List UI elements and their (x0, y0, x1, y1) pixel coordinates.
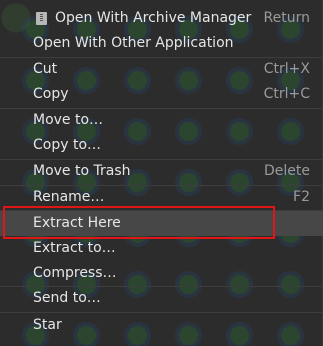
menu-item-label: Open With Archive Manager (55, 10, 252, 26)
menu-item-label: Extract to… (33, 240, 116, 256)
menu-item-open-with-archive-manager[interactable]: Open With Archive Manager Return (0, 6, 323, 31)
menu-item-open-with-other-application[interactable]: Open With Other Application (0, 31, 323, 56)
menu-item-shortcut: F2 (293, 189, 310, 205)
menu-item-star[interactable]: Star (0, 313, 323, 338)
context-menu: Open With Archive Manager Return Open Wi… (0, 0, 323, 346)
menu-item-label: Copy to… (33, 137, 102, 153)
menu-item-label: Star (33, 317, 62, 333)
menu-item-copy-to[interactable]: Copy to… (0, 133, 323, 158)
menu-item-label: Move to Trash (33, 163, 131, 179)
menu-item-shortcut: Ctrl+X (263, 61, 310, 77)
menu-item-shortcut: Delete (264, 163, 310, 179)
archive-manager-icon (36, 12, 47, 25)
menu-item-label: Open With Other Application (33, 35, 234, 51)
annotation-highlight-box (3, 206, 275, 239)
menu-item-extract-to[interactable]: Extract to… (0, 236, 323, 261)
menu-item-label: Compress… (33, 265, 117, 281)
menu-item-label: Send to… (33, 290, 101, 306)
menu-item-send-to[interactable]: Send to… (0, 286, 323, 311)
menu-item-shortcut: Ctrl+C (263, 86, 310, 102)
menu-item-move-to-trash[interactable]: Move to Trash Delete (0, 159, 323, 184)
menu-item-copy[interactable]: Copy Ctrl+C (0, 82, 323, 107)
menu-item-cut[interactable]: Cut Ctrl+X (0, 57, 323, 82)
menu-item-label: Copy (33, 86, 69, 102)
menu-item-compress[interactable]: Compress… (0, 261, 323, 286)
menu-item-shortcut: Return (263, 10, 310, 26)
menu-item-label: Move to… (33, 112, 104, 128)
menu-item-label: Cut (33, 61, 58, 77)
menu-item-move-to[interactable]: Move to… (0, 108, 323, 133)
